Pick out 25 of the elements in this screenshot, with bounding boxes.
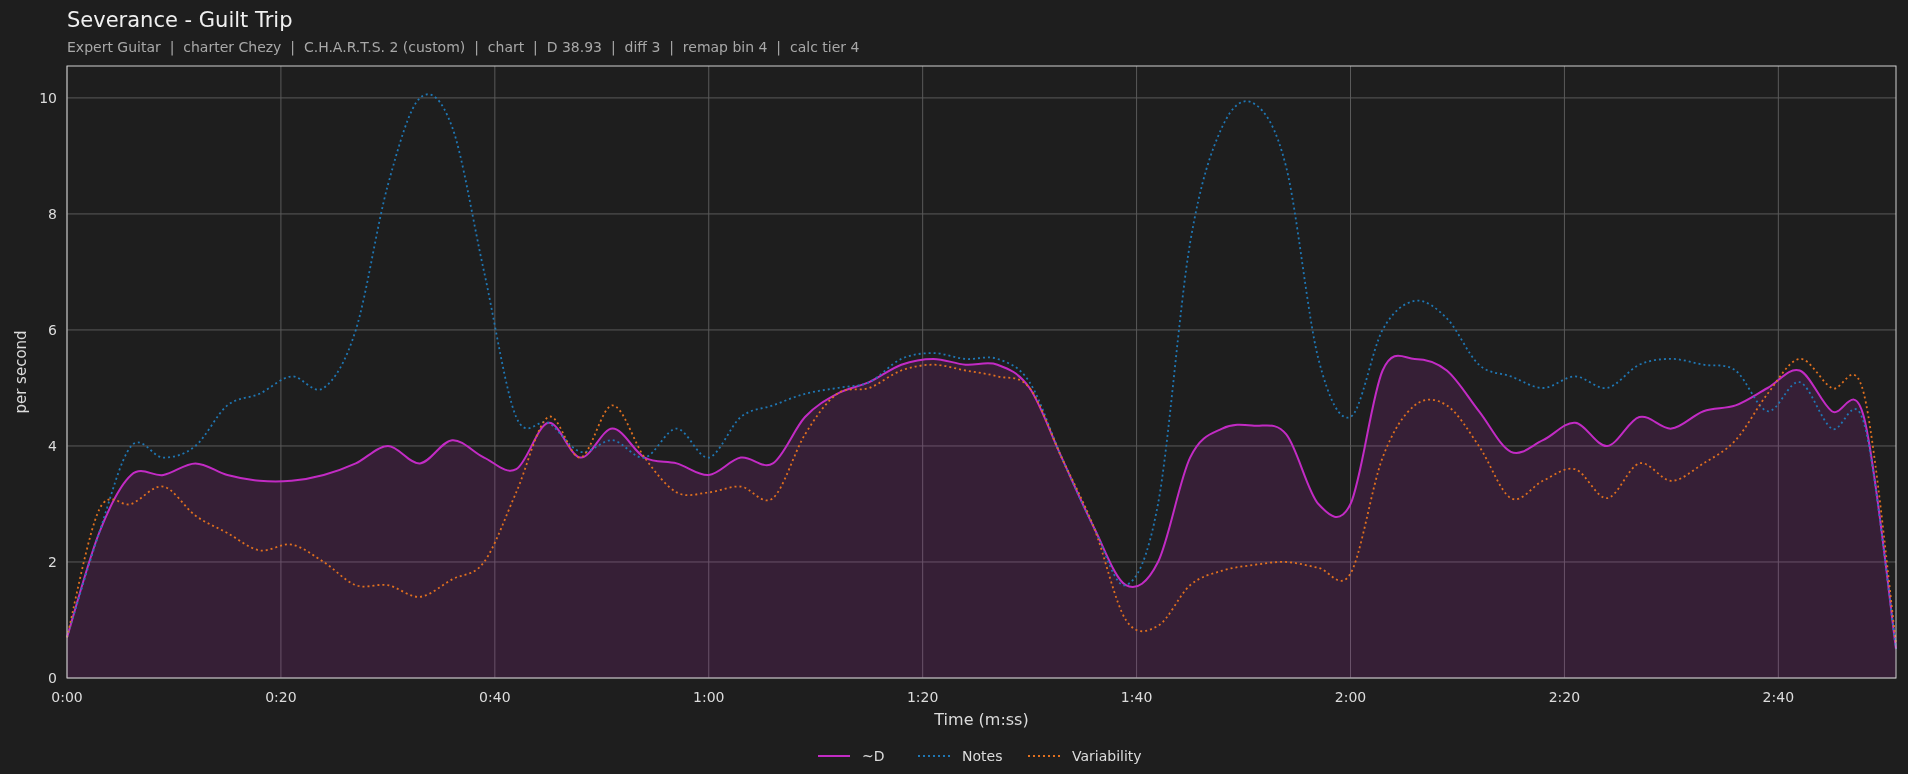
y-tick-label: 0 [48,670,57,686]
x-tick-label: 2:20 [1548,689,1581,705]
y-tick-label: 10 [39,89,57,106]
x-tick-label: 2:40 [1762,689,1795,705]
y-tick-label: 8 [48,205,57,222]
y-tick-label: 2 [48,554,57,570]
x-tick-label: 1:40 [1120,689,1153,705]
chart-subtitle: Expert Guitar | charter Chezy | C.H.A.R.T.S. 2 (custom) | chart | D 38.93 | diff 3 | remap bin 4 | calc tier 4 [67,38,860,56]
x-tick-label: 0:00 [51,689,83,705]
y-tick-label: 6 [48,321,57,338]
legend-line-sample [817,755,851,757]
chart-title: Severance - Guilt Trip [67,7,293,34]
x-tick-label: 0:20 [265,689,297,705]
legend-label: Variability [1072,748,1142,764]
y-tick-label: 4 [48,437,57,454]
legend-line-sample [917,755,951,757]
x-tick-label: 1:00 [693,689,725,705]
x-axis-label: Time (m:ss) [934,710,1029,729]
x-tick-label: 0:40 [479,689,511,705]
y-axis-label: per second [12,330,30,414]
legend-label: Notes [962,748,1003,764]
x-tick-label: 1:20 [906,689,939,705]
legend-label: ~D [862,748,885,764]
legend-line-sample [1027,755,1061,757]
x-tick-label: 2:00 [1334,689,1367,705]
